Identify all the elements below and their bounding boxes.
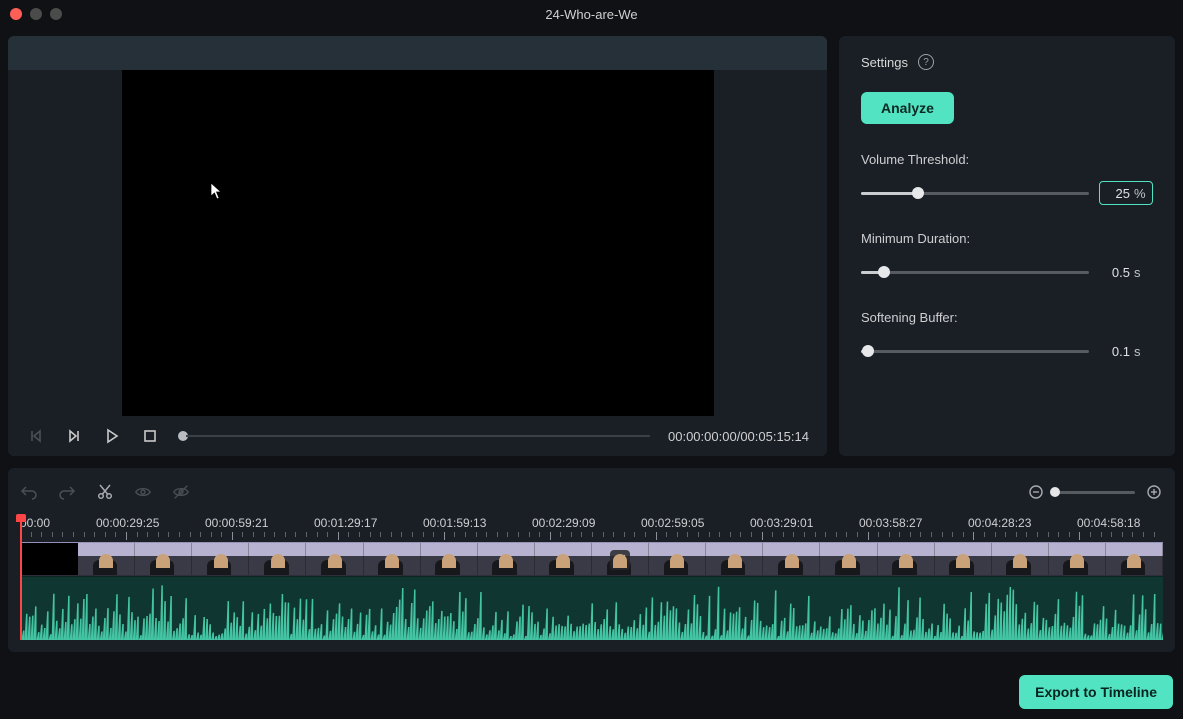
zoom-in-button[interactable]	[1145, 483, 1163, 501]
audio-waveform-strip[interactable]	[20, 576, 1163, 640]
param-volume-threshold: Volume Threshold: %	[861, 152, 1153, 205]
param-minimum-duration: Minimum Duration: s	[861, 231, 1153, 284]
thumbnail-frame	[421, 543, 478, 575]
settings-heading: Settings	[861, 55, 908, 70]
ruler-timecode: 00:00:59:21	[205, 516, 314, 530]
thumbnail-frame	[820, 543, 877, 575]
timeline-zoom	[1027, 483, 1163, 501]
stop-button[interactable]	[140, 426, 160, 446]
hidden-segment-icon	[610, 550, 630, 570]
ruler-timecode: 00:04:28:23	[968, 516, 1077, 530]
thumbnail-frame	[763, 543, 820, 575]
thumbnail-frame	[592, 543, 649, 575]
thumbnail-frame	[535, 543, 592, 575]
ruler-timecode: 00:04:58:18	[1077, 516, 1183, 530]
time-readout: 00:00:00:00/00:05:15:14	[668, 429, 809, 444]
ruler-timecode: 00:00:29:25	[96, 516, 205, 530]
thumbnail-frame	[992, 543, 1049, 575]
export-to-timeline-button[interactable]: Export to Timeline	[1019, 675, 1173, 709]
thumbnail-frame	[478, 543, 535, 575]
thumbnail-frame	[878, 543, 935, 575]
preview-viewport[interactable]	[8, 70, 827, 416]
volume-threshold-input[interactable]: %	[1099, 181, 1153, 205]
thumbnail-frame	[364, 543, 421, 575]
cursor-icon	[210, 182, 224, 200]
visibility-button[interactable]	[134, 483, 152, 501]
video-frame	[122, 70, 714, 416]
hide-button[interactable]	[172, 483, 190, 501]
softening-buffer-unit: s	[1134, 344, 1146, 359]
thumbnail-frame	[649, 543, 706, 575]
undo-button[interactable]	[20, 483, 38, 501]
softening-buffer-slider[interactable]	[861, 344, 1089, 358]
volume-threshold-label: Volume Threshold:	[861, 152, 1153, 167]
video-thumbnail-strip[interactable]	[20, 542, 1163, 576]
help-icon[interactable]: ?	[918, 54, 934, 70]
close-window-button[interactable]	[10, 8, 22, 20]
titlebar: 24-Who-are-We	[0, 0, 1183, 28]
minimum-duration-unit: s	[1134, 265, 1146, 280]
thumbnail-frame	[135, 543, 192, 575]
redo-button[interactable]	[58, 483, 76, 501]
ruler-timecode: 00:03:29:01	[750, 516, 859, 530]
settings-panel: Settings ? Analyze Volume Threshold: % M…	[839, 36, 1175, 456]
zoom-window-button[interactable]	[50, 8, 62, 20]
softening-buffer-input[interactable]: s	[1099, 339, 1153, 363]
ruler-timecode: 00:01:59:13	[423, 516, 532, 530]
ruler-timecode: 00:02:59:05	[641, 516, 750, 530]
ruler-timecode: 00:01:29:17	[314, 516, 423, 530]
thumbnail-frame	[306, 543, 363, 575]
minimum-duration-value[interactable]	[1106, 265, 1130, 280]
volume-threshold-unit: %	[1134, 186, 1146, 201]
ruler-timecode: 00:03:58:27	[859, 516, 968, 530]
thumbnail-frame	[192, 543, 249, 575]
transport-bar: 00:00:00:00/00:05:15:14	[8, 416, 827, 456]
minimum-duration-slider[interactable]	[861, 265, 1089, 279]
scrub-bar[interactable]	[178, 431, 650, 441]
ruler-timecode: 00:02:29:09	[532, 516, 641, 530]
thumbnail-frame	[935, 543, 992, 575]
time-current: 00:00:00:00	[668, 429, 737, 444]
ruler-timecode: 00:00	[20, 516, 96, 530]
thumbnail-frame	[78, 543, 135, 575]
window-controls	[10, 8, 62, 20]
analyze-button[interactable]: Analyze	[861, 92, 954, 124]
param-softening-buffer: Softening Buffer: s	[861, 310, 1153, 363]
thumbnail-frame	[706, 543, 763, 575]
timeline-tracks[interactable]	[20, 542, 1163, 640]
window-title: 24-Who-are-We	[0, 7, 1183, 22]
play-button[interactable]	[102, 426, 122, 446]
next-frame-button[interactable]	[64, 426, 84, 446]
timeline-panel: 00:0000:00:29:2500:00:59:2100:01:29:1700…	[8, 468, 1175, 652]
playhead[interactable]	[20, 516, 22, 640]
minimum-duration-label: Minimum Duration:	[861, 231, 1153, 246]
timeline-toolbar	[20, 478, 1163, 506]
minimum-duration-input[interactable]: s	[1099, 260, 1153, 284]
prev-frame-button[interactable]	[26, 426, 46, 446]
cut-button[interactable]	[96, 483, 114, 501]
softening-buffer-label: Softening Buffer:	[861, 310, 1153, 325]
thumbnail-frame	[1049, 543, 1106, 575]
thumbnail-frame	[1106, 543, 1163, 575]
preview-panel: 00:00:00:00/00:05:15:14	[8, 36, 827, 456]
zoom-slider[interactable]	[1055, 491, 1135, 494]
zoom-out-button[interactable]	[1027, 483, 1045, 501]
minimize-window-button[interactable]	[30, 8, 42, 20]
zoom-slider-thumb[interactable]	[1050, 487, 1060, 497]
volume-threshold-value[interactable]	[1106, 186, 1130, 201]
time-total: 00:05:15:14	[740, 429, 809, 444]
scrub-track	[186, 435, 650, 437]
timeline-ruler[interactable]: 00:0000:00:29:2500:00:59:2100:01:29:1700…	[20, 516, 1163, 540]
preview-header	[8, 36, 827, 70]
thumbnail-frame	[249, 543, 306, 575]
volume-threshold-slider[interactable]	[861, 186, 1089, 200]
softening-buffer-value[interactable]	[1106, 344, 1130, 359]
